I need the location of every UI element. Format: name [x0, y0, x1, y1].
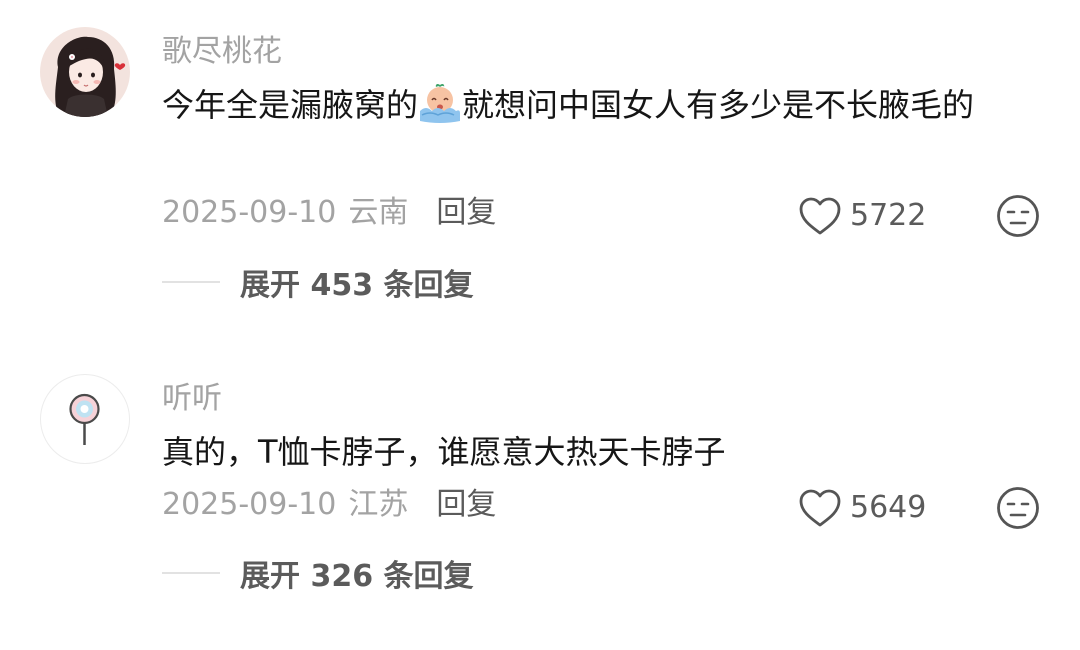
user-avatar[interactable]	[40, 27, 130, 117]
heart-outline-icon	[799, 197, 841, 235]
username[interactable]: 歌尽桃花	[162, 32, 282, 72]
like-button[interactable]: 5722	[798, 194, 926, 238]
dislike-button[interactable]	[995, 485, 1041, 531]
expand-replies-button[interactable]: 展开 326 条回复	[162, 553, 474, 594]
comment-date: 2025-09-10	[162, 195, 337, 230]
expand-replies-button[interactable]: 展开 453 条回复	[162, 262, 474, 303]
comment-location: 江苏	[348, 487, 409, 522]
dislike-button[interactable]	[995, 193, 1041, 239]
comment-text: 今年全是漏腋窝的 就想问中国女人有多少是不长腋毛的	[162, 78, 1032, 133]
divider-line	[162, 572, 220, 574]
comment-text-part: 今年全是漏腋窝的	[162, 86, 419, 124]
meh-face-icon	[997, 487, 1039, 529]
heart-outline-icon	[799, 489, 841, 527]
reply-button[interactable]: 回复	[436, 195, 496, 230]
comment-text-part: 就想问中国女人有多少是不长腋毛的	[462, 86, 975, 124]
comment-meta: 2025-09-10 云南 回复	[162, 193, 496, 233]
like-count: 5722	[850, 198, 927, 233]
meh-face-icon	[997, 195, 1039, 237]
comment-location: 云南	[348, 195, 409, 230]
like-count: 5649	[850, 490, 927, 525]
expand-replies-label: 展开 453 条回复	[240, 268, 474, 303]
username[interactable]: 听听	[162, 379, 222, 419]
comment-date: 2025-09-10	[162, 487, 337, 522]
reply-button[interactable]: 回复	[436, 487, 496, 522]
user-avatar[interactable]	[40, 374, 130, 464]
divider-line	[162, 281, 220, 283]
like-button[interactable]: 5649	[798, 486, 926, 530]
comment-text: 真的，T恤卡脖子，谁愿意大热天卡脖子	[162, 433, 726, 471]
crying-emoji-icon	[418, 83, 462, 123]
comment-meta: 2025-09-10 江苏 回复	[162, 485, 496, 525]
expand-replies-label: 展开 326 条回复	[240, 559, 474, 594]
